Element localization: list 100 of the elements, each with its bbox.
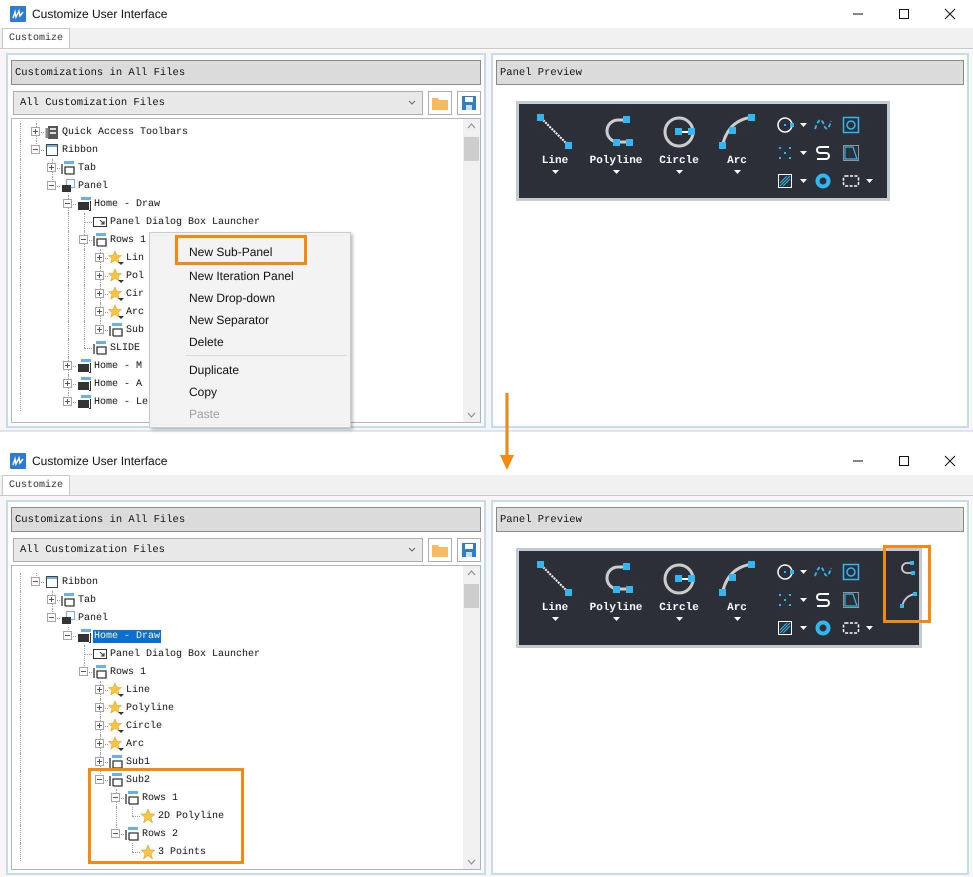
tree-item[interactable]: Tab [77, 594, 98, 606]
tree-item[interactable]: Home - A [93, 378, 144, 390]
tree-item[interactable]: Rows 1 [109, 234, 148, 246]
tree-item[interactable]: Arc [125, 306, 146, 318]
tree-item[interactable]: Arc [125, 738, 146, 750]
tool-button[interactable]: Circle [651, 559, 707, 621]
tree-item[interactable]: Sub2 [125, 774, 152, 786]
caret-icon [800, 151, 807, 155]
tree-item[interactable]: Pol [125, 270, 146, 282]
tree-item[interactable]: Sub [125, 324, 146, 336]
tree-item[interactable]: Lin [125, 252, 146, 264]
expand-toggle[interactable] [47, 181, 56, 190]
tool-button[interactable]: Polyline [585, 559, 647, 621]
scroll-thumb[interactable] [464, 584, 479, 608]
panel-icon [76, 358, 92, 374]
expand-toggle[interactable] [47, 613, 56, 622]
scroll-down-icon[interactable] [467, 859, 476, 865]
expand-toggle[interactable] [95, 271, 104, 280]
menu-item[interactable]: New Sub-Panel [175, 235, 307, 265]
menu-item[interactable]: Copy [152, 381, 348, 403]
star-icon [108, 268, 124, 284]
tree-item[interactable]: Circle [125, 720, 164, 732]
expand-toggle[interactable] [63, 199, 72, 208]
tree-item[interactable]: Rows 2 [141, 828, 180, 840]
tool-button[interactable]: Arc [711, 112, 763, 174]
tree-item[interactable]: Rows 1 [141, 792, 180, 804]
expand-toggle[interactable] [95, 685, 104, 694]
tree-item[interactable]: Panel Dialog Box Launcher [109, 216, 262, 228]
tool-button[interactable]: Polyline [585, 112, 647, 174]
expand-toggle[interactable] [63, 361, 72, 370]
expand-toggle[interactable] [95, 325, 104, 334]
center-circle-icon [775, 115, 795, 135]
tree-item[interactable]: Tab [77, 162, 98, 174]
expand-toggle[interactable] [95, 739, 104, 748]
tree-item[interactable]: Panel [77, 180, 110, 192]
tree-item[interactable]: Home - Draw [93, 198, 162, 210]
expand-toggle[interactable] [95, 703, 104, 712]
panel-icon [124, 790, 140, 806]
scroll-down-icon[interactable] [467, 412, 476, 418]
panel-icon [124, 826, 140, 842]
file-dropdown[interactable]: All Customization Files [13, 91, 423, 115]
expand-toggle[interactable] [63, 379, 72, 388]
tree-item[interactable]: Sub1 [125, 756, 152, 768]
arc-icon[interactable] [898, 590, 918, 610]
tree-item[interactable]: 3 Points [157, 846, 208, 858]
expand-toggle[interactable] [31, 127, 40, 136]
expand-toggle[interactable] [95, 775, 104, 784]
tree-item[interactable]: Panel [77, 612, 110, 624]
expand-toggle[interactable] [111, 793, 120, 802]
file-dropdown[interactable]: All Customization Files [13, 538, 423, 562]
tree-item[interactable]: SLIDE [109, 342, 142, 354]
tree-item[interactable]: Quick Access Toolbars [61, 126, 190, 138]
expand-toggle[interactable] [79, 235, 88, 244]
tree-item[interactable]: Line [125, 684, 152, 696]
tree-item[interactable]: Home - Draw [93, 630, 162, 642]
expand-toggle[interactable] [79, 667, 88, 676]
expand-toggle[interactable] [95, 307, 104, 316]
arc-tool-icon [717, 112, 757, 152]
expand-toggle[interactable] [95, 757, 104, 766]
tree-item[interactable]: Ribbon [61, 144, 100, 156]
expand-toggle[interactable] [95, 253, 104, 262]
scrollbar[interactable] [463, 119, 480, 422]
expand-toggle[interactable] [95, 289, 104, 298]
tree-item[interactable]: Polyline [125, 702, 176, 714]
menu-item[interactable]: New Separator [152, 309, 348, 331]
tree-item[interactable]: Cir [125, 288, 146, 300]
tree-item[interactable]: Rows 1 [109, 666, 148, 678]
maximize-icon [898, 8, 910, 20]
scroll-up-icon[interactable] [467, 123, 476, 129]
tree-item[interactable]: Ribbon [61, 576, 100, 588]
tree-item[interactable]: Panel Dialog Box Launcher [109, 648, 262, 660]
tool-button[interactable]: Arc [711, 559, 763, 621]
expand-toggle[interactable] [47, 163, 56, 172]
save-button[interactable] [457, 538, 481, 562]
window-title: Customize User Interface [32, 7, 168, 21]
expand-toggle[interactable] [95, 721, 104, 730]
expand-toggle[interactable] [111, 829, 120, 838]
scroll-up-icon[interactable] [467, 570, 476, 576]
tab[interactable]: Customize [2, 475, 70, 495]
polyline-icon[interactable] [898, 558, 918, 578]
menu-item[interactable]: Duplicate [152, 359, 348, 381]
tool-button[interactable]: Line [529, 112, 581, 174]
expand-toggle[interactable] [31, 577, 40, 586]
tool-button[interactable]: Line [529, 559, 581, 621]
expand-toggle[interactable] [47, 595, 56, 604]
tool-button[interactable]: Circle [651, 112, 707, 174]
menu-item[interactable]: New Iteration Panel [152, 265, 348, 287]
menu-item[interactable]: Delete [152, 331, 348, 353]
save-button[interactable] [457, 91, 481, 115]
expand-toggle[interactable] [63, 397, 72, 406]
caret-icon [800, 626, 807, 630]
menu-item[interactable]: New Drop-down [152, 287, 348, 309]
scrollbar[interactable] [463, 566, 480, 869]
scroll-thumb[interactable] [464, 137, 479, 161]
expand-toggle[interactable] [31, 145, 40, 154]
expand-toggle[interactable] [63, 631, 72, 640]
tree-item[interactable]: Home - Le [93, 396, 150, 408]
tree-item[interactable]: 2D Polyline [157, 810, 226, 822]
tab[interactable]: Customize [2, 28, 70, 48]
tree-item[interactable]: Home - M [93, 360, 144, 372]
